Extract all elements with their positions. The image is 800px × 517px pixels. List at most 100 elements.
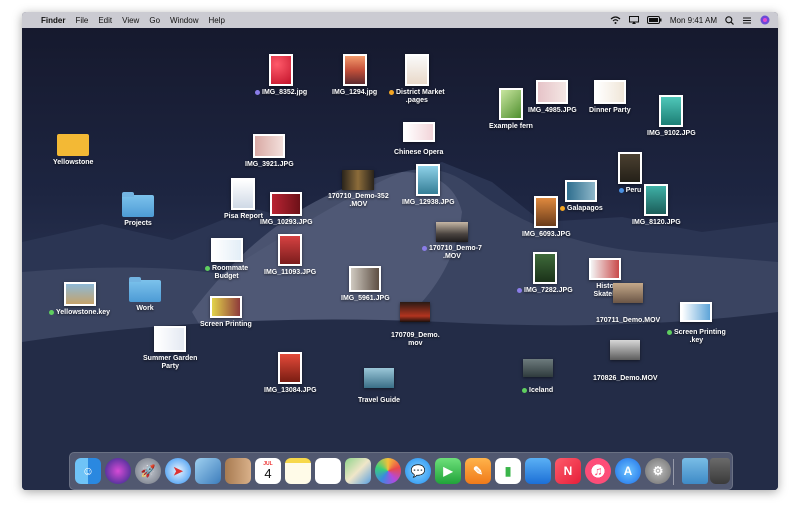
notes-icon[interactable]	[285, 458, 311, 484]
menu-help[interactable]: Help	[208, 16, 224, 25]
file-label: IMG_12938.JPG	[402, 199, 455, 206]
photos-preview-icon[interactable]	[195, 458, 221, 484]
keynote-icon[interactable]	[525, 458, 551, 484]
file-demo-352[interactable]: 170710_Demo-352 .MOV	[328, 170, 389, 209]
folder-work[interactable]: Work	[129, 277, 161, 313]
file-label: IMG_11093.JPG	[264, 269, 317, 276]
thumbnail-peru	[618, 152, 642, 184]
menu-window[interactable]: Window	[170, 16, 198, 25]
menu-edit[interactable]: Edit	[98, 16, 112, 25]
messages-icon[interactable]: 💬	[405, 458, 431, 484]
reminders-icon[interactable]	[315, 458, 341, 484]
tag-green-dot	[205, 265, 210, 271]
file-label: Iceland	[529, 387, 554, 394]
tag-blue-dot	[618, 187, 624, 193]
file-roommate-budget[interactable]: Roommate Budget	[205, 238, 248, 281]
file-yellowstone-key[interactable]: Yellowstone.key	[49, 282, 110, 317]
downloads-folder-icon[interactable]	[682, 458, 708, 484]
maps-icon[interactable]	[345, 458, 371, 484]
file-travel-guide[interactable]: Travel Guide	[358, 368, 400, 405]
file-pisa-report[interactable]: Pisa Report	[224, 178, 263, 221]
file-label: Yellowstone	[53, 159, 94, 166]
calendar-icon[interactable]: JUL 4	[255, 458, 281, 484]
finder-icon[interactable]: ☺	[75, 458, 101, 484]
app-menu-finder[interactable]: Finder	[41, 16, 65, 25]
menu-view[interactable]: View	[122, 16, 139, 25]
file-screen-printing-key[interactable]: Screen Printing .key	[667, 302, 726, 345]
tag-purple-dot	[517, 287, 522, 293]
app-store-icon[interactable]: A	[615, 458, 641, 484]
file-label: IMG_10293.JPG	[260, 219, 313, 226]
safari-icon[interactable]: ➤	[165, 458, 191, 484]
file-img-3921[interactable]: IMG_3921.JPG	[245, 134, 294, 169]
contacts-icon[interactable]	[225, 458, 251, 484]
thumbnail-video-7	[435, 222, 468, 242]
menu-file[interactable]: File	[75, 16, 88, 25]
file-img-10293[interactable]: IMG_10293.JPG	[260, 192, 313, 227]
file-img-8352[interactable]: IMG_8352.jpg	[255, 54, 307, 97]
file-yellowstone[interactable]: Yellowstone	[53, 134, 93, 167]
file-label: 170711_Demo.MOV	[596, 317, 661, 324]
file-img-7282[interactable]: IMG_7282.JPG	[517, 252, 573, 295]
launchpad-icon[interactable]: 🚀	[135, 458, 161, 484]
thumbnail-teal-portrait	[644, 184, 669, 216]
file-demo-826[interactable]: 170826_Demo.MOV	[593, 340, 658, 383]
thumbnail-pages-doc	[404, 54, 429, 86]
facetime-icon[interactable]: ▶	[435, 458, 461, 484]
folder-projects[interactable]: Projects	[122, 192, 154, 228]
file-img-1294[interactable]: IMG_1294.jpg	[332, 54, 377, 97]
file-screen-printing[interactable]: Screen Printing	[200, 296, 252, 329]
menu-go[interactable]: Go	[149, 16, 160, 25]
siri-icon[interactable]	[105, 458, 131, 484]
file-label: IMG_1294.jpg	[332, 89, 378, 96]
music-icon[interactable]: ♫	[585, 458, 611, 484]
file-district-market[interactable]: District Market .pages	[389, 54, 445, 105]
thumbnail-sky-portrait	[416, 164, 441, 196]
file-img-6093[interactable]: IMG_6093.JPG	[522, 196, 571, 239]
file-chinese-opera[interactable]: Chinese Opera	[394, 122, 443, 157]
file-img-5961[interactable]: IMG_5961.JPG	[341, 266, 390, 303]
file-img-9102[interactable]: IMG_9102.JPG	[647, 95, 696, 138]
file-example-fern[interactable]: Example fern	[489, 88, 533, 131]
battery-icon[interactable]	[646, 16, 662, 24]
news-icon[interactable]: N	[555, 458, 581, 484]
file-demo-7[interactable]: 170710_Demo-7 .MOV	[422, 222, 482, 261]
thumbnail-red-jacket	[278, 352, 303, 384]
thumbnail-pisa-doc	[231, 178, 256, 210]
calendar-day: 4	[264, 466, 272, 481]
thumbnail-video-709	[400, 302, 431, 322]
thumbnail-numbers-doc	[210, 238, 243, 262]
file-label: Summer Garden	[143, 355, 198, 362]
file-label: 170710_Demo-7	[429, 245, 482, 252]
numbers-icon[interactable]: ▮	[495, 458, 521, 484]
thumbnail-keynote-print	[680, 302, 713, 322]
folder-icon	[122, 192, 154, 217]
file-demo-709[interactable]: 170709_Demo. mov	[391, 302, 440, 348]
siri-icon[interactable]	[760, 15, 770, 25]
file-summer-garden-party[interactable]: Summer Garden Party	[143, 326, 197, 371]
thumbnail-fern	[498, 88, 523, 120]
trash-icon[interactable]	[710, 458, 730, 484]
file-img-11093[interactable]: IMG_11093.JPG	[264, 234, 316, 277]
file-dinner-party[interactable]: Dinner Party	[589, 80, 631, 115]
file-img-13084[interactable]: IMG_13084.JPG	[264, 352, 317, 395]
menubar-clock[interactable]: Mon 9:41 AM	[670, 16, 717, 25]
desktop-screen: Finder File Edit View Go Window Help Mon…	[22, 12, 778, 490]
thumbnail-video-711	[613, 283, 644, 303]
airplay-icon[interactable]	[628, 16, 639, 24]
pages-icon[interactable]: ✎	[465, 458, 491, 484]
thumbnail-iceland	[522, 359, 553, 377]
photos-icon[interactable]	[375, 458, 401, 484]
tag-green-dot	[522, 387, 527, 393]
thumbnail-portrait-pink	[536, 80, 569, 104]
control-list-icon[interactable]	[742, 16, 752, 25]
system-preferences-icon[interactable]: ⚙	[645, 458, 671, 484]
file-img-8120[interactable]: IMG_8120.JPG	[632, 184, 681, 227]
file-demo-711[interactable]: 170711_Demo.MOV	[596, 283, 660, 325]
spotlight-search-icon[interactable]	[725, 15, 734, 25]
file-img-4985[interactable]: IMG_4985.JPG	[528, 80, 577, 115]
wifi-icon[interactable]	[610, 16, 621, 24]
thumbnail-video-826	[610, 340, 641, 360]
file-iceland[interactable]: Iceland	[522, 359, 553, 395]
file-img-12938[interactable]: IMG_12938.JPG	[402, 164, 455, 207]
